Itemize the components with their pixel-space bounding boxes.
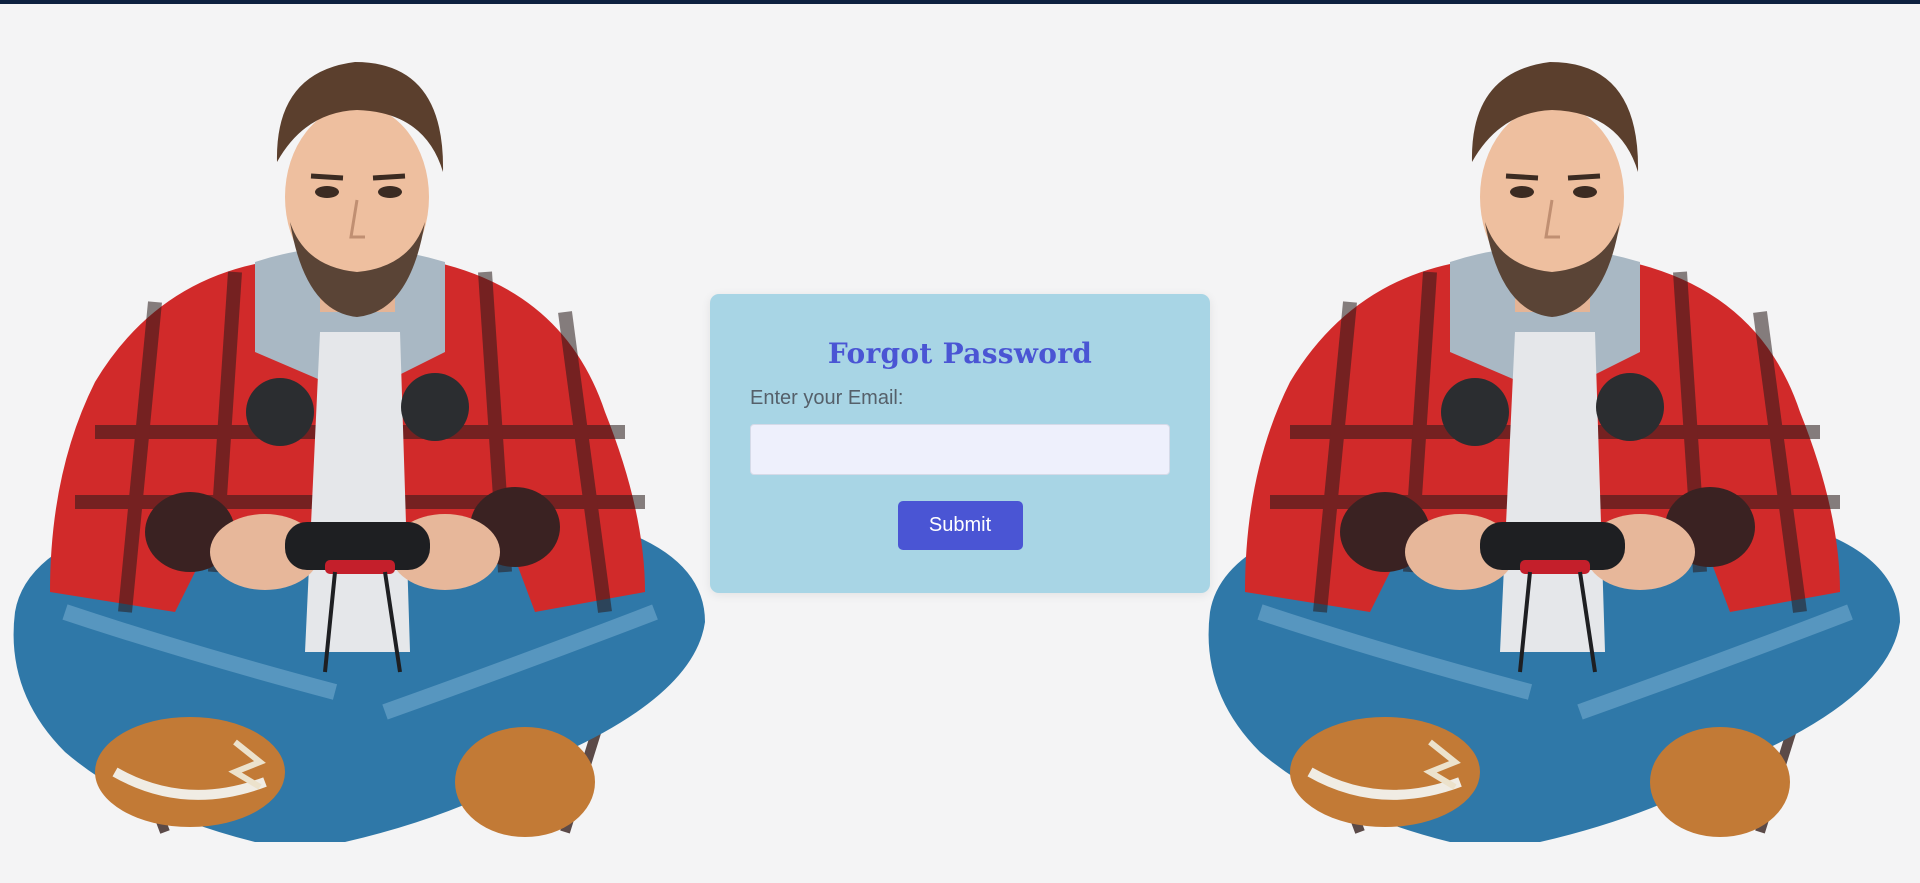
email-label: Enter your Email: bbox=[750, 387, 904, 409]
form-title: Forgot Password bbox=[827, 337, 1093, 370]
gamer-illustration-left bbox=[5, 52, 715, 857]
gamer-illustration-right bbox=[1200, 52, 1910, 857]
email-input[interactable] bbox=[750, 424, 1170, 475]
top-border-bar bbox=[0, 0, 1920, 4]
submit-button[interactable]: Submit bbox=[897, 501, 1023, 550]
submit-button-wrapper: Submit bbox=[750, 501, 1170, 550]
forgot-password-card: Forgot Password Enter your Email: Submit bbox=[710, 294, 1210, 593]
